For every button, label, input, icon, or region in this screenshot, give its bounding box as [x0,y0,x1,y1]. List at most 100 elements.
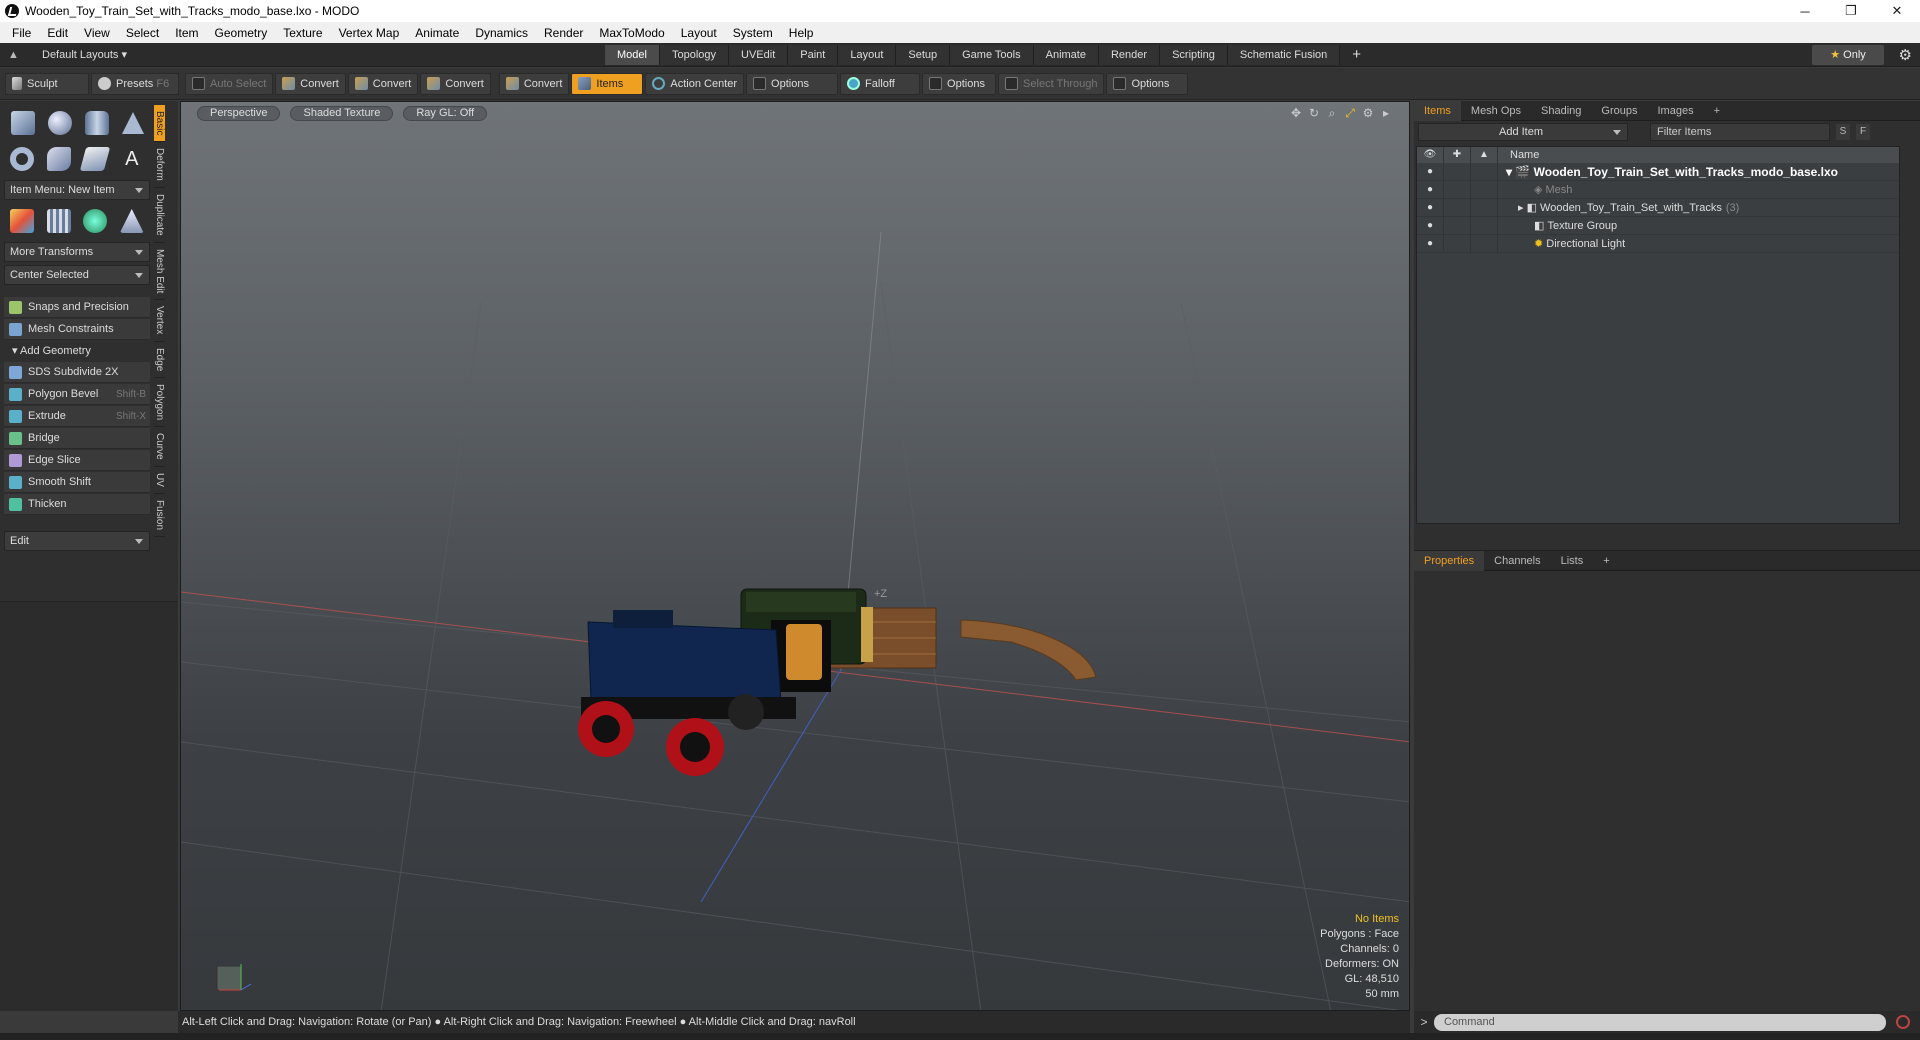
s-filter-button[interactable]: S [1836,124,1850,140]
text-tool-icon[interactable]: A [120,147,144,171]
tab-properties[interactable]: Properties [1414,550,1485,571]
lock-column-icon[interactable]: ✚ [1444,147,1471,163]
record-macro-icon[interactable] [1896,1015,1910,1029]
expand-arrow-icon[interactable]: ▸ [1377,106,1395,121]
3d-viewport[interactable]: +Z Perspective Shaded Texture Ray GL: Of… [180,101,1410,1011]
pen-icon[interactable] [80,147,111,171]
menu-dynamics[interactable]: Dynamics [467,26,536,40]
tab-images[interactable]: Images [1648,101,1704,121]
eye-icon[interactable]: ● [1417,234,1444,253]
sds-subdivide-button[interactable]: SDS Subdivide 2X [4,362,150,383]
snaps-precision-button[interactable]: Snaps and Precision [4,297,150,318]
tab-scripting[interactable]: Scripting [1160,45,1228,65]
tab-channels[interactable]: Channels [1484,551,1550,571]
tree-row-group[interactable]: ● ▸ ◧ Wooden_Toy_Train_Set_with_Tracks (3… [1417,198,1899,217]
more-transforms-dropdown[interactable]: More Transforms [4,242,150,262]
vtab-polygon[interactable]: Polygon [154,378,165,428]
items-mode-button[interactable]: Items [571,72,644,95]
eye-icon[interactable]: ● [1417,216,1444,235]
vtab-basic[interactable]: Basic [154,105,165,143]
menu-file[interactable]: File [4,26,39,40]
edit-dropdown[interactable]: Edit [4,531,150,551]
eye-icon[interactable]: ● [1417,180,1444,199]
convert-polygons-button[interactable]: Convert [420,72,491,95]
vtab-fusion[interactable]: Fusion [154,494,165,537]
tab-game-tools[interactable]: Game Tools [950,45,1034,65]
vtab-vertex[interactable]: Vertex [154,300,165,342]
add-panel-tab-button[interactable]: + [1593,551,1619,571]
shading-mode-button[interactable]: Shaded Texture [290,105,394,121]
expand-arrow-icon[interactable]: ▾ [1506,165,1515,179]
menu-render[interactable]: Render [536,26,591,40]
menu-geometry[interactable]: Geometry [207,26,276,40]
cube-icon[interactable] [10,111,35,135]
tab-setup[interactable]: Setup [896,45,951,65]
action-center-options-button[interactable]: Options [746,72,839,95]
convert-edges-button[interactable]: Convert [347,72,419,95]
select-through-button[interactable]: Select Through [998,72,1105,95]
collapse-arrow-icon[interactable]: ▸ [1518,201,1527,214]
add-geometry-header[interactable]: ▾ Add Geometry [4,341,150,361]
f-filter-button[interactable]: F [1856,124,1870,140]
eye-icon[interactable]: ● [1417,162,1444,181]
smooth-shift-button[interactable]: Smooth Shift [4,472,150,493]
bridge-button[interactable]: Bridge [4,428,150,449]
add-item-dropdown[interactable]: Add Item [1418,123,1628,141]
vtab-mesh-edit[interactable]: Mesh Edit [154,243,165,301]
tree-row-texture-group[interactable]: ● ◧ Texture Group [1417,216,1899,235]
tab-render[interactable]: Render [1098,45,1161,65]
polygon-bevel-button[interactable]: Polygon Bevel Shift-B [4,384,150,405]
menu-edit[interactable]: Edit [39,26,76,40]
name-column-header[interactable]: Name [1498,147,1539,163]
tab-layout[interactable]: Layout [838,45,897,65]
vtab-deform[interactable]: Deform [154,142,165,189]
center-selected-dropdown[interactable]: Center Selected [4,265,150,285]
menu-item[interactable]: Item [167,26,206,40]
eye-icon[interactable]: ● [1417,198,1444,217]
tab-model[interactable]: Model [605,45,660,65]
menu-system[interactable]: System [725,26,781,40]
viewport-gear-icon[interactable]: ⚙ [1359,106,1377,121]
auto-select-button[interactable]: Auto Select [185,72,274,95]
sculpt-button[interactable]: Sculpt [5,72,89,95]
vtab-duplicate[interactable]: Duplicate [154,188,165,243]
zoom-icon[interactable]: ⌕ [1323,106,1341,121]
grid-icon[interactable] [46,209,71,233]
cone-icon[interactable] [121,112,144,134]
filter-items-input[interactable]: Filter Items [1650,123,1830,141]
tree-row-scene[interactable]: ● ▾ 🎬 Wooden_Toy_Train_Set_with_Tracks_m… [1417,162,1899,181]
raygl-button[interactable]: Ray GL: Off [403,105,488,121]
maximize-button[interactable]: ❐ [1828,0,1874,22]
globe-icon[interactable] [83,209,108,233]
visibility-column-eye-icon[interactable]: 👁 [1417,147,1444,163]
minimize-button[interactable]: ─ [1782,0,1828,22]
close-button[interactable]: ✕ [1874,0,1920,22]
add-tab-button[interactable]: + [1340,45,1373,65]
tab-lists[interactable]: Lists [1551,551,1594,571]
menu-maxtomodo[interactable]: MaxToModo [591,26,672,40]
tab-groups[interactable]: Groups [1591,101,1647,121]
fit-icon[interactable]: ⤢ [1341,106,1359,121]
vtab-uv[interactable]: UV [154,467,165,494]
vtab-curve[interactable]: Curve [154,427,165,467]
item-menu-dropdown[interactable]: Item Menu: New Item [4,180,150,200]
tab-topology[interactable]: Topology [659,45,730,65]
tree-row-light[interactable]: ● ✹ Directional Light [1417,234,1899,253]
cylinder-icon[interactable] [84,111,109,135]
gear-icon[interactable]: ⚙ [1899,46,1912,64]
rotate-icon[interactable]: ↻ [1305,106,1323,121]
collapse-arrow-icon[interactable]: ▲ [8,49,22,61]
edge-slice-button[interactable]: Edge Slice [4,450,150,471]
presets-button[interactable]: Presets F6 [91,72,179,95]
torus-icon[interactable] [10,147,35,171]
tab-shading[interactable]: Shading [1531,101,1591,121]
pan-icon[interactable]: ✥ [1287,106,1305,121]
sphere-icon[interactable] [47,111,72,135]
add-panel-tab-button[interactable]: + [1704,101,1730,121]
menu-view[interactable]: View [76,26,118,40]
tab-items[interactable]: Items [1414,100,1461,121]
convert-items-button[interactable]: Convert [498,72,570,95]
capsule-icon[interactable] [46,147,71,171]
select-through-options-button[interactable]: Options [1106,72,1189,95]
menu-select[interactable]: Select [118,26,167,40]
